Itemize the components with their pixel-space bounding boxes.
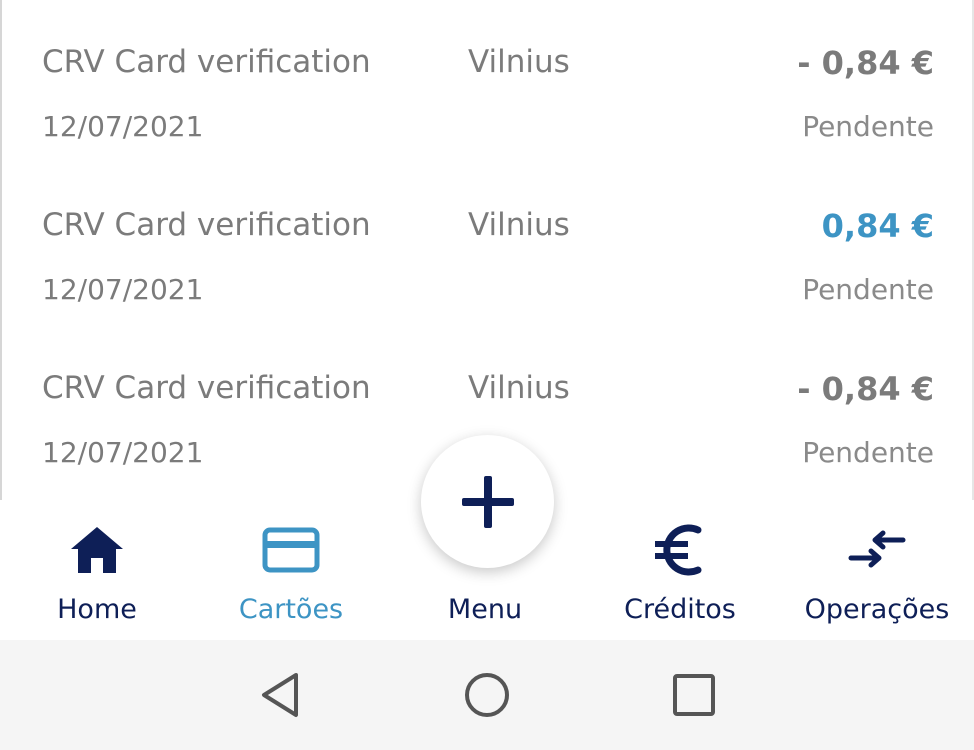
transaction-date: 12/07/2021 [42,436,204,469]
transaction-city: Vilnius [468,370,570,406]
nav-item-credits[interactable]: Créditos [583,500,777,640]
home-icon [0,522,194,578]
nav-label-menu: Menu [447,594,523,625]
transaction-date: 12/07/2021 [42,273,204,306]
transaction-description: CRV Card verification [42,207,371,243]
recents-square-icon [673,674,715,716]
back-triangle-icon [262,673,298,717]
nav-item-operations[interactable]: Operações [780,500,974,640]
transaction-description: CRV Card verification [42,370,371,406]
transaction-amount: - 0,84 € [797,370,934,408]
transaction-date: 12/07/2021 [42,110,204,143]
plus-icon [461,475,514,528]
home-circle-icon [465,673,509,717]
transaction-city: Vilnius [468,44,570,80]
nav-item-home[interactable]: Home [0,500,194,640]
card-icon [194,522,388,578]
transaction-status: Pendente [802,436,934,469]
transaction-amount: - 0,84 € [797,44,934,82]
transaction-status: Pendente [802,273,934,306]
transfer-arrows-icon [780,522,974,578]
transaction-city: Vilnius [468,207,570,243]
menu-fab-button[interactable] [421,435,554,568]
euro-icon [583,522,777,578]
transaction-amount: 0,84 € [821,207,934,245]
nav-label-credits: Créditos [624,594,736,625]
nav-label-operations: Operações [804,594,950,625]
transaction-description: CRV Card verification [42,44,371,80]
transaction-status: Pendente [802,110,934,143]
nav-label-cards: Cartões [238,594,344,625]
system-navigation-bar [0,640,974,750]
transaction-row[interactable]: CRV Card verification Vilnius - 0,84 € 1… [0,0,974,163]
system-back-button[interactable] [220,640,340,750]
system-home-button[interactable] [427,640,547,750]
system-recents-button[interactable] [634,640,754,750]
nav-item-cards[interactable]: Cartões [194,500,388,640]
nav-label-home: Home [57,594,137,625]
transaction-row[interactable]: CRV Card verification Vilnius 0,84 € 12/… [0,163,974,326]
